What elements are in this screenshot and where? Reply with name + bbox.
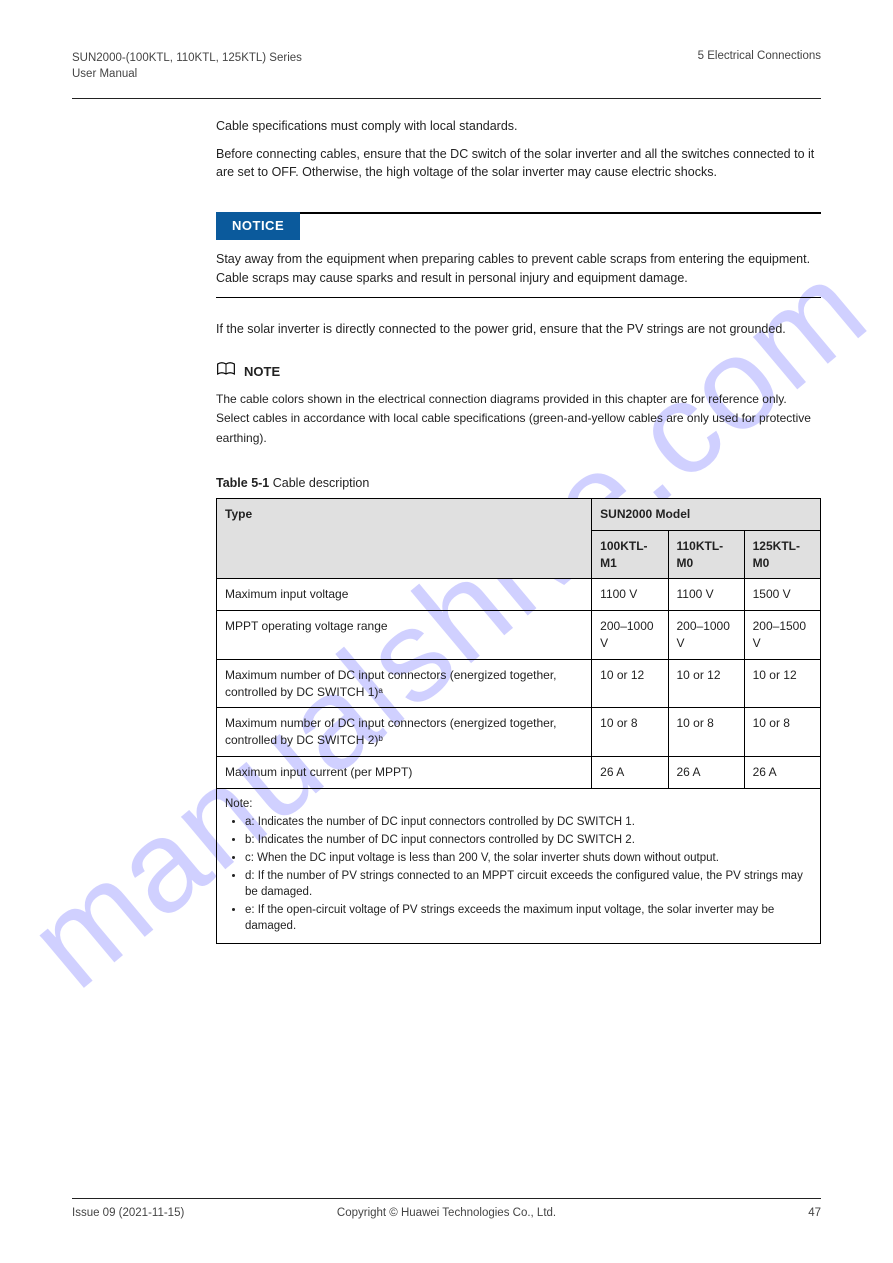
r0c1: 1100 V [592, 579, 668, 611]
page-footer: Issue 09 (2021-11-15) Copyright © Huawei… [72, 1198, 821, 1219]
fn-b: b: Indicates the number of DC input conn… [245, 832, 812, 848]
r4c3: 26 A [744, 756, 820, 788]
note-header: NOTE [216, 362, 821, 382]
footer-right: 47 [571, 1207, 821, 1219]
r2c3: 10 or 12 [744, 659, 820, 708]
fn-d: d: If the number of PV strings connected… [245, 868, 812, 900]
note-label: NOTE [244, 363, 280, 382]
r4c0: Maximum input current (per MPPT) [217, 756, 592, 788]
spec-table: Type SUN2000 Model 100KTL-M1 110KTL-M0 1… [216, 498, 821, 945]
use-context-paragraph: If the solar inverter is directly connec… [216, 320, 821, 339]
book-icon [216, 362, 236, 382]
fn-e: e: If the open-circuit voltage of PV str… [245, 902, 812, 934]
note-text: The cable colors shown in the electrical… [216, 390, 821, 448]
header-right: 5 Electrical Connections [698, 50, 821, 82]
th-m1: 110KTL-M0 [668, 530, 744, 579]
r2c0: Maximum number of DC input connectors (e… [217, 659, 592, 708]
notice-text: Stay away from the equipment when prepar… [216, 250, 821, 286]
footer-divider [72, 1198, 821, 1199]
r0c0: Maximum input voltage [217, 579, 592, 611]
r1c3: 200–1500 V [744, 611, 820, 660]
th-model: SUN2000 Model [592, 498, 821, 530]
r0c3: 1500 V [744, 579, 820, 611]
r3c3: 10 or 8 [744, 708, 820, 757]
th-type: Type [217, 498, 592, 578]
footer-center: Copyright © Huawei Technologies Co., Ltd… [322, 1207, 572, 1219]
intro-line-2: Before connecting cables, ensure that th… [216, 145, 821, 181]
r4c2: 26 A [668, 756, 744, 788]
r1c1: 200–1000 V [592, 611, 668, 660]
r2c2: 10 or 12 [668, 659, 744, 708]
table-footnotes: Note: a: Indicates the number of DC inpu… [217, 788, 821, 944]
table-caption: Table 5-1 Cable description [216, 474, 821, 492]
notice-label: NOTICE [216, 212, 300, 241]
r0c2: 1100 V [668, 579, 744, 611]
th-m2: 125KTL-M0 [744, 530, 820, 579]
r2c1: 10 or 12 [592, 659, 668, 708]
r1c0: MPPT operating voltage range [217, 611, 592, 660]
footer-left: Issue 09 (2021-11-15) [72, 1207, 322, 1219]
header-left: SUN2000-(100KTL, 110KTL, 125KTL) Series … [72, 50, 302, 82]
intro-line-1: Cable specifications must comply with lo… [216, 117, 821, 135]
th-m0: 100KTL-M1 [592, 530, 668, 579]
r4c1: 26 A [592, 756, 668, 788]
header-divider [72, 98, 821, 99]
r3c0: Maximum number of DC input connectors (e… [217, 708, 592, 757]
fn-c: c: When the DC input voltage is less tha… [245, 850, 812, 866]
r3c2: 10 or 8 [668, 708, 744, 757]
r1c2: 200–1000 V [668, 611, 744, 660]
r3c1: 10 or 8 [592, 708, 668, 757]
fn-a: a: Indicates the number of DC input conn… [245, 814, 812, 830]
notice-box: NOTICE Stay away from the equipment when… [216, 212, 821, 298]
